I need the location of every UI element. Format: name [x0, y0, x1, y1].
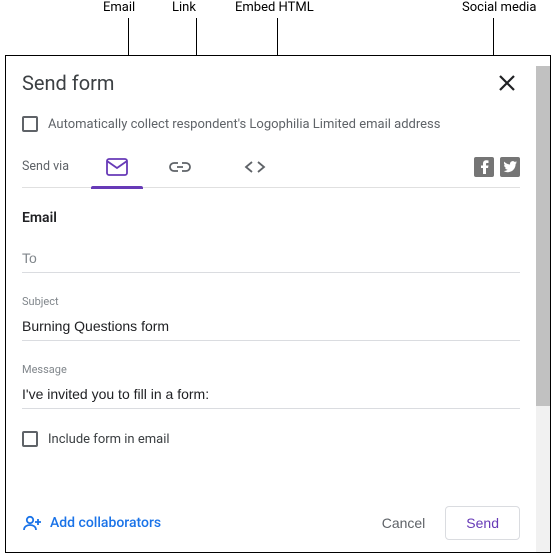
- add-collaborators-button[interactable]: Add collaborators: [22, 515, 161, 531]
- email-section-title: Email: [22, 188, 520, 244]
- twitter-button[interactable]: [500, 157, 520, 177]
- auto-collect-checkbox[interactable]: [22, 116, 38, 132]
- tab-link[interactable]: [145, 146, 215, 188]
- annotation-email-label: Email: [103, 0, 135, 15]
- add-person-icon: [22, 515, 42, 531]
- annotation-social-label: Social media: [462, 0, 536, 15]
- facebook-button[interactable]: [474, 157, 494, 177]
- auto-collect-label: Automatically collect respondent's Logop…: [48, 117, 440, 132]
- subject-input[interactable]: [22, 312, 520, 341]
- include-form-label: Include form in email: [48, 432, 170, 447]
- send-button[interactable]: Send: [445, 506, 520, 540]
- auto-collect-row: Automatically collect respondent's Logop…: [22, 106, 520, 146]
- embed-icon: [244, 160, 266, 174]
- email-icon: [106, 158, 128, 176]
- dialog-title: Send form: [22, 71, 114, 95]
- send-via-label: Send via: [22, 159, 69, 174]
- add-collaborators-label: Add collaborators: [50, 515, 161, 531]
- social-group: [474, 157, 520, 177]
- message-input[interactable]: [22, 380, 520, 409]
- tab-email[interactable]: [89, 146, 145, 188]
- close-button[interactable]: [494, 70, 520, 96]
- include-form-checkbox[interactable]: [22, 431, 38, 447]
- annotation-embed-label: Embed HTML: [235, 0, 314, 15]
- message-label: Message: [22, 363, 520, 376]
- subject-label: Subject: [22, 295, 520, 308]
- annotation-link-label: Link: [172, 0, 196, 15]
- include-form-row: Include form in email: [22, 431, 520, 447]
- twitter-icon: [503, 161, 517, 173]
- cancel-button[interactable]: Cancel: [362, 507, 446, 539]
- link-icon: [169, 161, 191, 173]
- to-input[interactable]: [22, 244, 520, 273]
- close-icon: [498, 74, 516, 92]
- send-form-dialog: Send form Automatically collect responde…: [5, 55, 551, 553]
- tab-embed[interactable]: [215, 146, 295, 188]
- facebook-icon: [480, 160, 489, 174]
